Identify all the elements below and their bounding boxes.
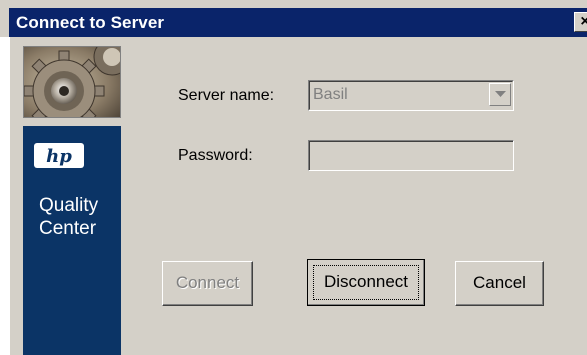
server-name-label: Server name: — [178, 87, 275, 104]
gear-image — [23, 46, 121, 118]
disconnect-button[interactable]: Disconnect — [307, 259, 425, 306]
server-dropdown-button[interactable] — [489, 83, 511, 106]
product-name-line1: Quality — [39, 195, 99, 216]
password-label: Password: — [178, 147, 253, 164]
cancel-button[interactable]: Cancel — [455, 261, 544, 306]
chevron-down-icon — [495, 91, 506, 97]
dialog-body: hp Quality Center Server name: Basil Pas… — [9, 37, 587, 355]
hp-logo-text: hp — [46, 146, 72, 167]
close-icon: × — [580, 13, 587, 30]
disconnect-button-label: Disconnect — [323, 272, 409, 291]
product-name: Quality Center — [39, 194, 98, 240]
connect-button-label: Connect — [175, 273, 240, 292]
connect-dialog: Connect to Server × hp Quality Center Se… — [0, 0, 587, 355]
window-title: Connect to Server — [16, 13, 165, 32]
server-name-value: Basil — [313, 86, 348, 103]
window-left-edge — [0, 37, 9, 355]
focus-indicator — [313, 265, 419, 300]
connect-button[interactable]: Connect — [162, 261, 253, 306]
close-button[interactable]: × — [574, 12, 587, 32]
brand-panel: hp Quality Center — [23, 126, 121, 355]
cancel-button-label: Cancel — [473, 273, 526, 292]
hp-logo: hp — [34, 143, 84, 168]
title-bar[interactable]: Connect to Server × — [9, 8, 587, 37]
gear-illustration-icon — [24, 47, 120, 117]
server-name-select[interactable]: Basil — [308, 80, 514, 111]
password-field[interactable] — [308, 140, 514, 171]
product-name-line2: Center — [39, 218, 97, 239]
